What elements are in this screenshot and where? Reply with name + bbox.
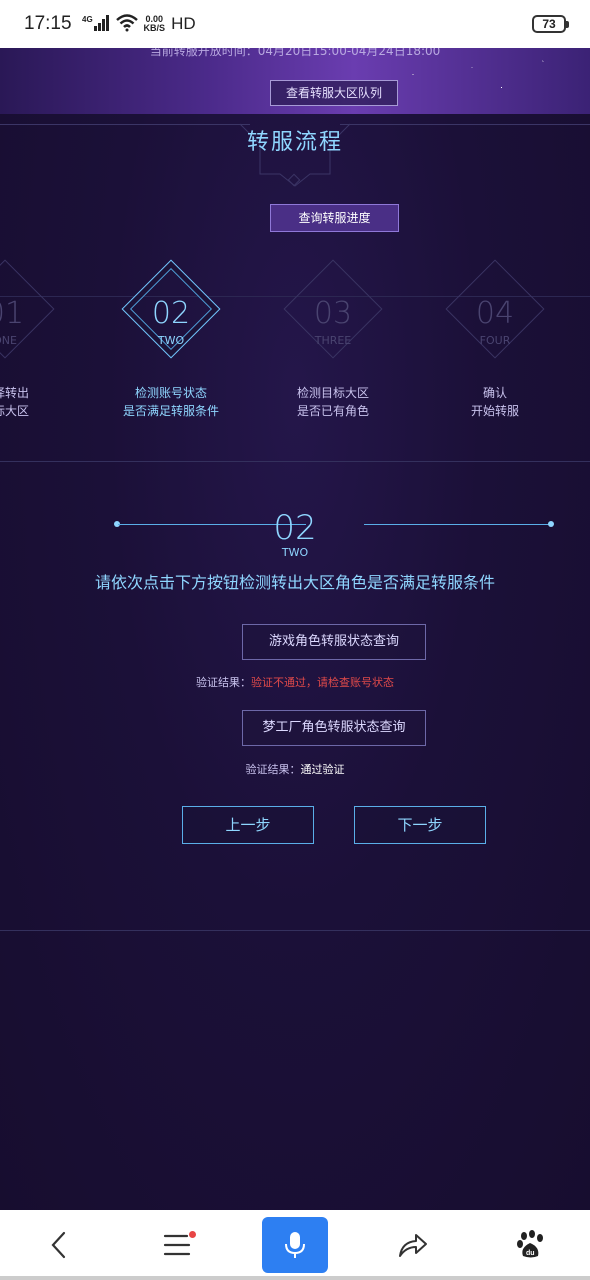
- mic-icon: [285, 1232, 305, 1258]
- process-title: 转服流程: [246, 130, 343, 155]
- step-description: 选择转出 目标大区: [0, 386, 29, 418]
- result-value: 通过验证: [300, 763, 345, 776]
- back-button[interactable]: [26, 1217, 92, 1273]
- view-queue-button[interactable]: 查看转服大区队列: [270, 80, 398, 106]
- svg-text:4G: 4G: [82, 15, 93, 24]
- share-button[interactable]: [380, 1217, 446, 1273]
- section-divider: [0, 461, 590, 462]
- page-content: 当前转服开放时间：04月20日15:00-04月24日18:00 查看转服大区队…: [0, 48, 590, 1210]
- result-value: 验证不通过，请检查账号状态: [251, 676, 394, 689]
- status-bar: 17:15 4G 0.00 KB/S HD 73: [0, 0, 590, 48]
- top-banner: 当前转服开放时间：04月20日15:00-04月24日18:00 查看转服大区队…: [0, 48, 590, 114]
- share-icon: [399, 1234, 427, 1257]
- voice-search-button[interactable]: [262, 1217, 328, 1273]
- svg-text:du: du: [526, 1250, 535, 1257]
- back-icon: [51, 1231, 66, 1259]
- menu-button[interactable]: [144, 1217, 210, 1273]
- next-step-button[interactable]: 下一步: [354, 806, 486, 844]
- step-english: FOUR: [479, 334, 511, 347]
- hd-indicator: HD: [171, 14, 196, 33]
- step-description: 检测目标大区 是否已有角色: [296, 386, 369, 418]
- wifi-icon: [115, 13, 138, 35]
- menu-icon: [163, 1234, 191, 1256]
- result-label: 验证结果：: [245, 763, 301, 776]
- status-icons: 4G 0.00 KB/S HD: [82, 13, 196, 35]
- battery-icon: 73: [532, 15, 569, 33]
- step-number: 02: [151, 296, 191, 331]
- instruction-text: 请依次点击下方按钮检测转出大区角色是否满足转服条件: [94, 573, 495, 592]
- step-description: 检测账号状态 是否满足转服条件: [122, 386, 219, 418]
- step-number: 01: [0, 296, 25, 331]
- dreamworks-role-result: 验证结果：通过验证: [0, 761, 590, 777]
- dreamworks-role-query-button[interactable]: 梦工厂角色转服状态查询: [242, 710, 426, 746]
- line-right: [364, 524, 550, 525]
- game-role-result: 验证结果：验证不通过，请检查账号状态: [0, 674, 590, 690]
- baidu-home-button[interactable]: du: [498, 1217, 564, 1273]
- step-description: 确认 开始转服: [470, 386, 519, 418]
- status-time: 17:15: [24, 13, 72, 34]
- network-speed: 0.00 KB/S: [143, 14, 166, 33]
- browser-bottom-bar: du: [0, 1210, 590, 1280]
- current-step-number: 02: [273, 508, 317, 548]
- result-label: 验证结果：: [196, 676, 251, 689]
- game-role-query-button[interactable]: 游戏角色转服状态查询: [242, 624, 426, 660]
- section-divider: [0, 930, 590, 931]
- signal-icon: 4G: [82, 14, 110, 35]
- step-english: TWO: [157, 334, 185, 347]
- prev-step-button[interactable]: 上一步: [182, 806, 314, 844]
- check-progress-button[interactable]: 查询转服进度: [270, 204, 399, 232]
- notification-dot: [189, 1231, 196, 1238]
- current-step-english: TWO: [281, 546, 309, 559]
- step-english: THREE: [314, 334, 352, 347]
- step-number: 03: [313, 296, 353, 331]
- baidu-paw-icon: du: [517, 1230, 543, 1258]
- open-time-text: 当前转服开放时间：04月20日15:00-04月24日18:00: [149, 48, 441, 58]
- step-number: 04: [475, 296, 515, 331]
- gesture-bar: [0, 1276, 590, 1280]
- step-english: ONE: [0, 334, 17, 347]
- line-dot-right: [548, 521, 554, 527]
